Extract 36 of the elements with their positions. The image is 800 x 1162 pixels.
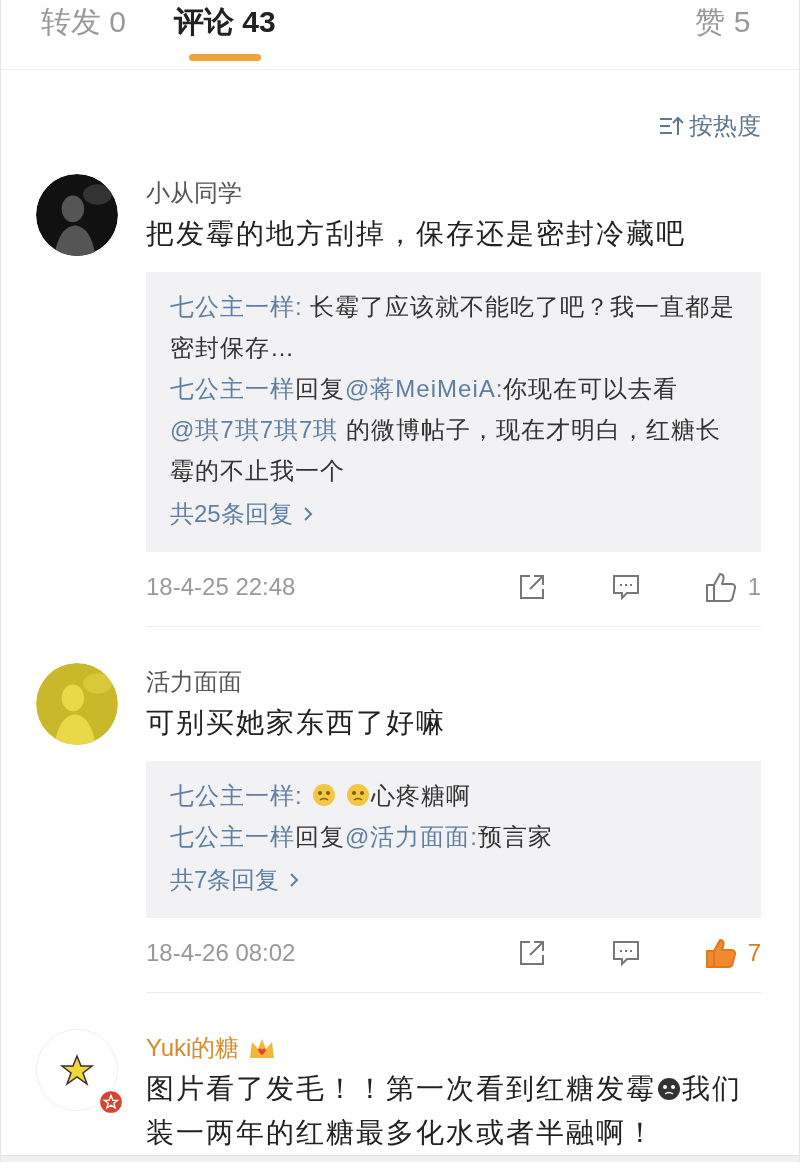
user-link[interactable]: 七公主一样	[170, 375, 295, 402]
more-replies-link[interactable]: 共25条回复	[170, 493, 313, 534]
comment-time: 18-4-25 22:48	[146, 572, 296, 602]
user-link[interactable]: 七公主一样:	[170, 782, 303, 809]
user-link[interactable]: @活力面面:	[345, 823, 479, 850]
like-count: 7	[747, 938, 761, 968]
tab[interactable]: 赞 5	[687, 2, 759, 61]
thumbs-up-icon[interactable]	[703, 571, 738, 603]
reply-text: 七公主一样回复@蒋MeiMeiA:你现在可以去看 @琪7琪7琪7琪 的微博帖子，现在才明白，红糖长霉的不止我一个	[170, 374, 723, 486]
emoji-icon	[657, 1077, 681, 1101]
emoji-icon	[311, 783, 336, 807]
more-replies-link[interactable]: 共7条回复	[170, 859, 300, 900]
chevron-right-icon	[289, 871, 300, 888]
user-link[interactable]: 七公主一样:	[170, 293, 303, 320]
user-link[interactable]: 七公主一样	[170, 823, 295, 850]
user-name[interactable]: Yuki的糖	[146, 1031, 240, 1065]
chevron-right-icon	[302, 505, 313, 522]
sort-button[interactable]: 按热度	[659, 108, 761, 144]
badge-icon	[98, 1089, 124, 1115]
reply-text: 七公主一样回复@活力面面:预言家	[170, 822, 555, 852]
comment-text: 把发霉的地方刮掉，保存还是密封冷藏吧	[146, 217, 687, 251]
tab[interactable]: 评论 43	[174, 2, 276, 61]
sort-icon	[659, 115, 685, 137]
comment-text: 图片看了发毛！！第一次看到红糖发霉 我们装一两年的红糖最多化水或者半融啊！	[146, 1072, 743, 1150]
user-link[interactable]: @蒋MeiMeiA:	[345, 375, 504, 402]
thumbs-up-icon[interactable]	[703, 937, 738, 969]
like-count: 1	[747, 572, 761, 602]
comment-text: 可别买她家东西了好嘛	[146, 706, 447, 740]
reply-text: 七公主一样: 心疼糖啊	[170, 781, 472, 811]
tab[interactable]: 转发 0	[41, 2, 127, 61]
reply-text: 七公主一样: 长霉了应该就不能吃了吧？我一直都是密封保存…	[170, 292, 737, 363]
user-link[interactable]: @琪7琪7琪7琪	[170, 416, 339, 443]
user-name[interactable]: 小从同学	[146, 176, 242, 210]
comment-time: 18-4-26 08:02	[146, 938, 296, 968]
user-name[interactable]: 活力面面	[146, 665, 242, 699]
emoji-icon	[345, 783, 370, 807]
